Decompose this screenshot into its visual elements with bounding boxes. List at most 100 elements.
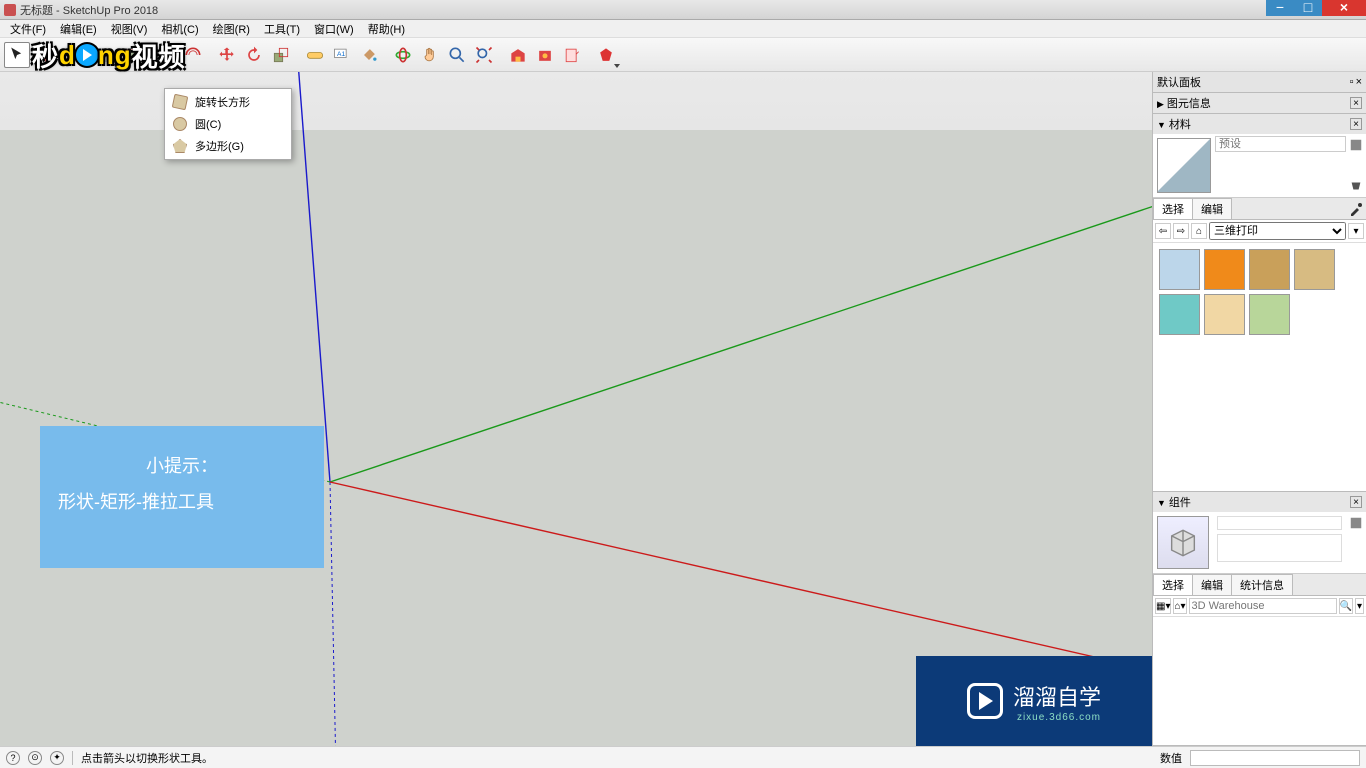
material-swatch[interactable] bbox=[1294, 249, 1335, 290]
titlebar: 无标题 - SketchUp Pro 2018 − □ × bbox=[0, 0, 1366, 20]
rotate-tool[interactable] bbox=[241, 42, 267, 68]
move-icon bbox=[217, 45, 237, 65]
pushpull-tool[interactable] bbox=[153, 42, 179, 68]
panel-title: 组件 bbox=[1169, 497, 1191, 509]
material-swatch[interactable] bbox=[1159, 294, 1200, 335]
measurement-input[interactable] bbox=[1190, 750, 1360, 766]
shapes-tool[interactable] bbox=[119, 42, 145, 68]
material-swatch[interactable] bbox=[1159, 249, 1200, 290]
text-tool[interactable]: A1 bbox=[329, 42, 355, 68]
panel-head-materials[interactable]: ▼材料 × bbox=[1153, 114, 1366, 134]
svg-text:A1: A1 bbox=[337, 50, 345, 57]
extension-warehouse-tool[interactable] bbox=[532, 42, 558, 68]
menu-item-label: 旋转长方形 bbox=[195, 94, 250, 110]
component-preview bbox=[1153, 512, 1366, 574]
material-swatch[interactable] bbox=[1249, 294, 1290, 335]
material-swatch[interactable] bbox=[1204, 249, 1245, 290]
menu-item-label: 多边形(G) bbox=[195, 138, 244, 154]
material-name-input[interactable] bbox=[1215, 136, 1346, 152]
menubar: 文件(F) 编辑(E) 视图(V) 相机(C) 绘图(R) 工具(T) 窗口(W… bbox=[0, 20, 1366, 38]
default-material-icon[interactable] bbox=[1349, 179, 1363, 193]
viewport-3d[interactable]: 旋转长方形 圆(C) 多边形(G) 小提示： 形状-矩形-推拉工具 溜溜自学 z… bbox=[0, 72, 1152, 746]
tray-close-icon[interactable]: × bbox=[1356, 76, 1362, 88]
tab-select[interactable]: 选择 bbox=[1153, 198, 1193, 219]
menu-item-polygon[interactable]: 多边形(G) bbox=[167, 135, 289, 157]
panel-head-entity-info[interactable]: ▶图元信息 × bbox=[1153, 93, 1366, 113]
eyedropper-icon[interactable] bbox=[1348, 201, 1364, 217]
component-name-field[interactable] bbox=[1217, 516, 1342, 530]
arc-tool[interactable] bbox=[92, 42, 118, 68]
menu-edit[interactable]: 编辑(E) bbox=[54, 20, 103, 38]
tab-stats[interactable]: 统计信息 bbox=[1231, 574, 1293, 595]
nav-back-button[interactable]: ⇦ bbox=[1155, 223, 1171, 239]
menu-help[interactable]: 帮助(H) bbox=[362, 20, 411, 38]
material-swatch[interactable] bbox=[1204, 294, 1245, 335]
component-desc-field[interactable] bbox=[1217, 534, 1342, 562]
nav-home-button[interactable]: ⌂▾ bbox=[1173, 598, 1186, 614]
menu-view[interactable]: 视图(V) bbox=[105, 20, 154, 38]
layout-tool[interactable] bbox=[559, 42, 585, 68]
maximize-button[interactable]: □ bbox=[1294, 0, 1322, 16]
line-tool[interactable] bbox=[65, 42, 91, 68]
select-tool[interactable] bbox=[4, 42, 30, 68]
tip-body: 形状-矩形-推拉工具 bbox=[58, 484, 306, 520]
menu-draw[interactable]: 绘图(R) bbox=[207, 20, 256, 38]
ruby-tool[interactable] bbox=[593, 42, 619, 68]
tape-tool[interactable] bbox=[302, 42, 328, 68]
help-icon[interactable]: ? bbox=[6, 751, 20, 765]
menu-item-circle[interactable]: 圆(C) bbox=[167, 113, 289, 135]
collection-select[interactable]: 三维打印 bbox=[1209, 222, 1346, 240]
current-material-swatch[interactable] bbox=[1157, 138, 1211, 193]
menu-window[interactable]: 窗口(W) bbox=[308, 20, 360, 38]
scale-icon bbox=[271, 45, 291, 65]
geolocation-icon[interactable]: ⊙ bbox=[28, 751, 42, 765]
pencil-icon bbox=[68, 45, 88, 65]
menu-camera[interactable]: 相机(C) bbox=[155, 20, 204, 38]
zoom-extents-tool[interactable] bbox=[471, 42, 497, 68]
panel-title: 图元信息 bbox=[1167, 98, 1211, 110]
pan-tool[interactable] bbox=[417, 42, 443, 68]
orbit-tool[interactable] bbox=[390, 42, 416, 68]
panel-close-icon[interactable]: × bbox=[1350, 118, 1362, 130]
nav-home-button[interactable]: ⌂ bbox=[1191, 223, 1207, 239]
close-button[interactable]: × bbox=[1322, 0, 1366, 16]
search-input[interactable] bbox=[1189, 598, 1337, 614]
menu-item-rotated-rectangle[interactable]: 旋转长方形 bbox=[167, 91, 289, 113]
menu-tools[interactable]: 工具(T) bbox=[258, 20, 306, 38]
nav-menu-button[interactable]: ▾ bbox=[1348, 223, 1364, 239]
tray-pin-icon[interactable]: ▫ bbox=[1350, 76, 1354, 88]
replace-selected-icon[interactable] bbox=[1349, 516, 1363, 530]
polygon-icon bbox=[173, 139, 187, 153]
menu-file[interactable]: 文件(F) bbox=[4, 20, 52, 38]
nav-fwd-button[interactable]: ⇨ bbox=[1173, 223, 1189, 239]
play-icon bbox=[967, 683, 1003, 719]
search-button[interactable]: 🔍 bbox=[1339, 598, 1353, 614]
warehouse-tool[interactable] bbox=[505, 42, 531, 68]
panel-close-icon[interactable]: × bbox=[1350, 97, 1362, 109]
tab-edit[interactable]: 编辑 bbox=[1192, 574, 1232, 595]
move-tool[interactable] bbox=[214, 42, 240, 68]
component-thumb[interactable] bbox=[1157, 516, 1209, 569]
tray-header[interactable]: 默认面板 ▫ × bbox=[1153, 72, 1366, 93]
panel-head-components[interactable]: ▼组件 × bbox=[1153, 492, 1366, 512]
offset-tool[interactable] bbox=[180, 42, 206, 68]
minimize-button[interactable]: − bbox=[1266, 0, 1294, 16]
materials-nav: ⇦ ⇨ ⌂ 三维打印 ▾ bbox=[1153, 220, 1366, 243]
eraser-tool[interactable] bbox=[38, 42, 64, 68]
zoom-icon bbox=[447, 45, 467, 65]
material-swatch[interactable] bbox=[1249, 249, 1290, 290]
panel-close-icon[interactable]: × bbox=[1350, 496, 1362, 508]
credits-icon[interactable]: ✦ bbox=[50, 751, 64, 765]
create-material-icon[interactable] bbox=[1349, 138, 1363, 152]
tab-select[interactable]: 选择 bbox=[1153, 574, 1193, 595]
scale-tool[interactable] bbox=[268, 42, 294, 68]
zoom-tool[interactable] bbox=[444, 42, 470, 68]
components-list[interactable] bbox=[1153, 617, 1366, 745]
tab-edit[interactable]: 编辑 bbox=[1192, 198, 1232, 219]
nav-menu-button[interactable]: ▾ bbox=[1355, 598, 1364, 614]
paint-tool[interactable] bbox=[356, 42, 382, 68]
offset-icon bbox=[183, 45, 203, 65]
ruby-icon bbox=[596, 45, 616, 65]
workspace: 旋转长方形 圆(C) 多边形(G) 小提示： 形状-矩形-推拉工具 溜溜自学 z… bbox=[0, 72, 1366, 746]
view-mode-button[interactable]: ▦▾ bbox=[1155, 598, 1171, 614]
